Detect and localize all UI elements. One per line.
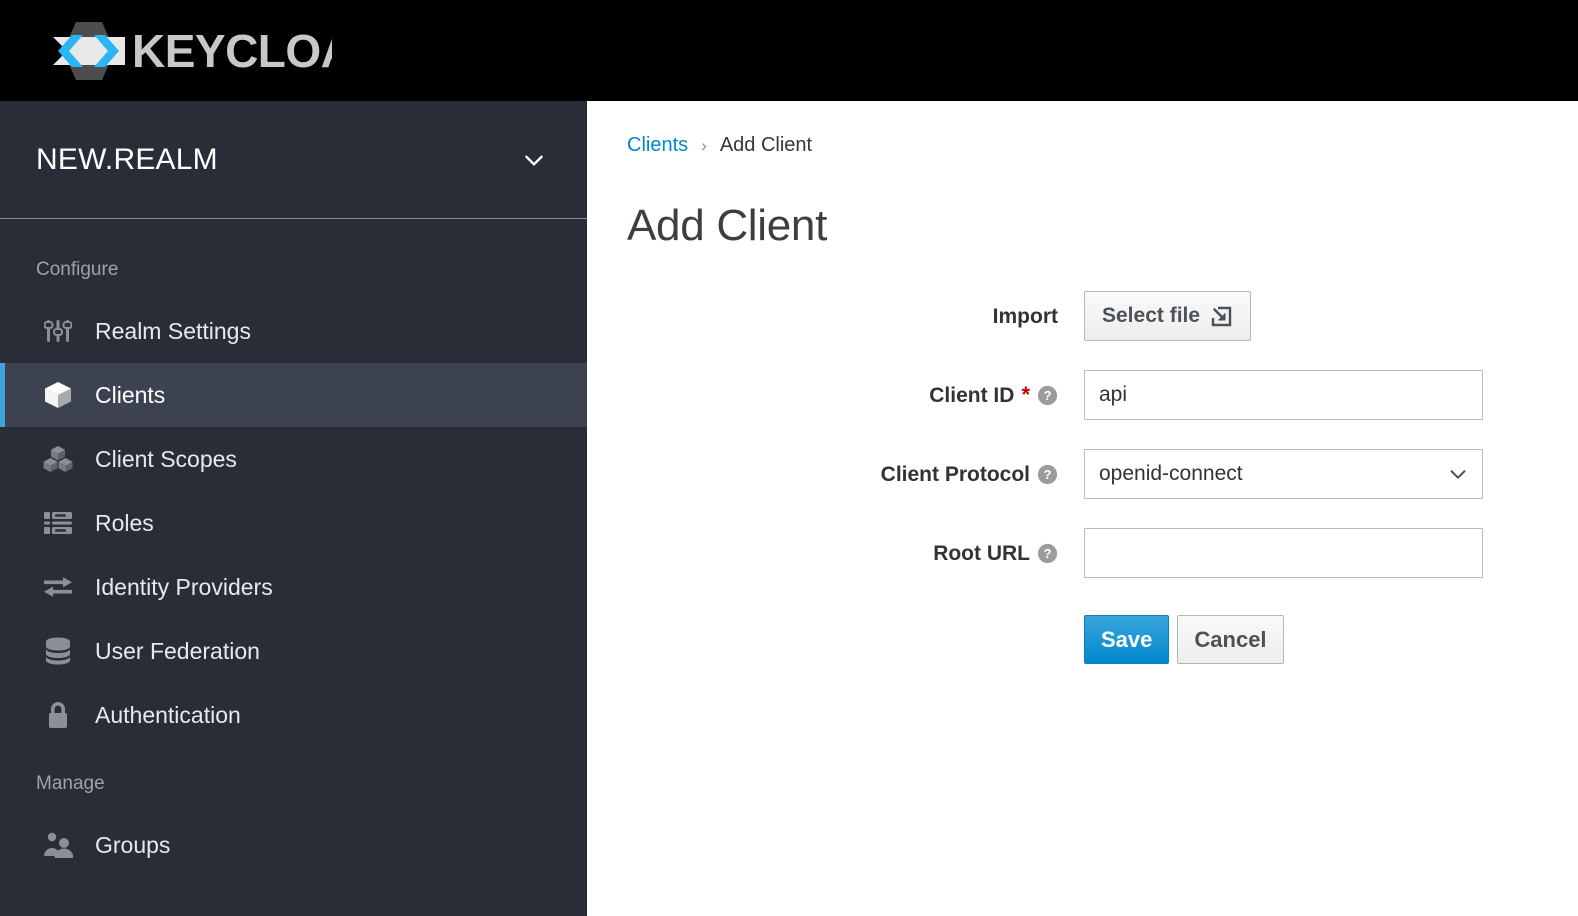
page-body: NEW.REALM Configure Realm Settings Clien… [0, 101, 1578, 916]
cancel-button[interactable]: Cancel [1177, 615, 1284, 664]
breadcrumb: Clients › Add Client [627, 134, 1578, 157]
import-label: Import [627, 306, 1084, 327]
form-row-client-protocol: Client Protocol ? [627, 449, 1527, 499]
form-row-client-id: Client ID * ? [627, 370, 1527, 420]
cube-icon [41, 380, 75, 410]
sliders-icon [41, 316, 75, 346]
realm-name: NEW.REALM [36, 142, 218, 176]
sidebar-item-label: Realm Settings [95, 317, 251, 344]
select-file-label: Select file [1102, 304, 1201, 327]
client-protocol-label-text: Client Protocol [880, 462, 1030, 486]
sidebar-item-groups[interactable]: Groups [0, 813, 587, 877]
sidebar-nav: Configure Realm Settings Clients Client … [0, 219, 587, 877]
sidebar-item-user-federation[interactable]: User Federation [0, 619, 587, 683]
form-actions: Save Cancel [1084, 615, 1527, 664]
database-icon [41, 636, 75, 666]
sidebar-item-identity-providers[interactable]: Identity Providers [0, 555, 587, 619]
help-circle-icon[interactable]: ? [1037, 543, 1058, 564]
save-button[interactable]: Save [1084, 615, 1170, 664]
page-title: Add Client [627, 201, 828, 250]
client-protocol-label: Client Protocol ? [627, 464, 1084, 485]
client-id-input[interactable] [1084, 370, 1483, 420]
breadcrumb-separator-icon: › [701, 135, 707, 155]
cubes-icon [41, 444, 75, 474]
required-asterisk: * [1021, 382, 1030, 407]
users-icon [41, 830, 75, 860]
sidebar-item-authentication[interactable]: Authentication [0, 683, 587, 747]
add-client-form: Import Select file Client ID * ? api Cli… [627, 291, 1527, 664]
main-content: Clients › Add Client Add Client Import S… [587, 101, 1578, 916]
select-file-button[interactable]: Select file [1084, 291, 1252, 341]
sidebar-item-label: Client Scopes [95, 445, 237, 472]
sidebar-item-roles[interactable]: Roles [0, 491, 587, 555]
breadcrumb-clients-link[interactable]: Clients [627, 134, 688, 157]
svg-text:?: ? [1043, 467, 1051, 482]
realm-selector[interactable]: NEW.REALM [0, 101, 587, 219]
sidebar-item-label: User Federation [95, 637, 260, 664]
root-url-field [1084, 528, 1527, 578]
sidebar-item-client-scopes[interactable]: Client Scopes [0, 427, 587, 491]
brand-logo[interactable]: KEYCLOAK [36, 19, 332, 83]
chevron-down-icon [525, 155, 543, 166]
svg-text:KEYCLOAK: KEYCLOAK [132, 25, 332, 77]
root-url-input[interactable] [1084, 528, 1483, 578]
exchange-icon [41, 572, 75, 602]
keycloak-logo-icon: KEYCLOAK [53, 21, 332, 80]
breadcrumb-current: Add Client [719, 134, 813, 156]
client-id-field [1084, 370, 1527, 420]
sidebar-item-label: Groups [95, 831, 171, 858]
masthead: KEYCLOAK [0, 0, 1578, 101]
svg-text:?: ? [1043, 546, 1051, 561]
client-protocol-select-wrap [1084, 449, 1483, 499]
client-protocol-select[interactable] [1084, 449, 1483, 499]
sidebar-item-label: Identity Providers [95, 573, 273, 600]
import-field: Select file [1084, 291, 1527, 341]
help-circle-icon[interactable]: ? [1037, 464, 1058, 485]
client-id-label: Client ID * ? [627, 384, 1084, 406]
nav-section-manage: Manage [36, 773, 105, 794]
svg-text:?: ? [1043, 388, 1051, 403]
sidebar: NEW.REALM Configure Realm Settings Clien… [0, 101, 587, 916]
keycloak-admin-console: KEYCLOAK NEW.REALM Configure [0, 0, 1578, 916]
list-bars-icon [41, 508, 75, 538]
sidebar-item-clients[interactable]: Clients [0, 363, 587, 427]
sidebar-item-label: Authentication [95, 701, 241, 728]
sidebar-item-label: Roles [95, 509, 154, 536]
form-row-import: Import Select file [627, 291, 1527, 341]
nav-section-configure: Configure [36, 259, 119, 280]
lock-icon [41, 700, 75, 730]
client-id-label-text: Client ID [929, 383, 1015, 407]
import-label-text: Import [992, 304, 1058, 328]
form-row-root-url: Root URL ? [627, 528, 1527, 578]
root-url-label-text: Root URL [933, 541, 1030, 565]
root-url-label: Root URL ? [627, 543, 1084, 564]
sidebar-item-realm-settings[interactable]: Realm Settings [0, 299, 587, 363]
sidebar-item-label: Clients [95, 381, 166, 408]
help-circle-icon[interactable]: ? [1037, 385, 1058, 406]
client-protocol-field [1084, 449, 1527, 499]
import-file-icon [1211, 306, 1232, 327]
